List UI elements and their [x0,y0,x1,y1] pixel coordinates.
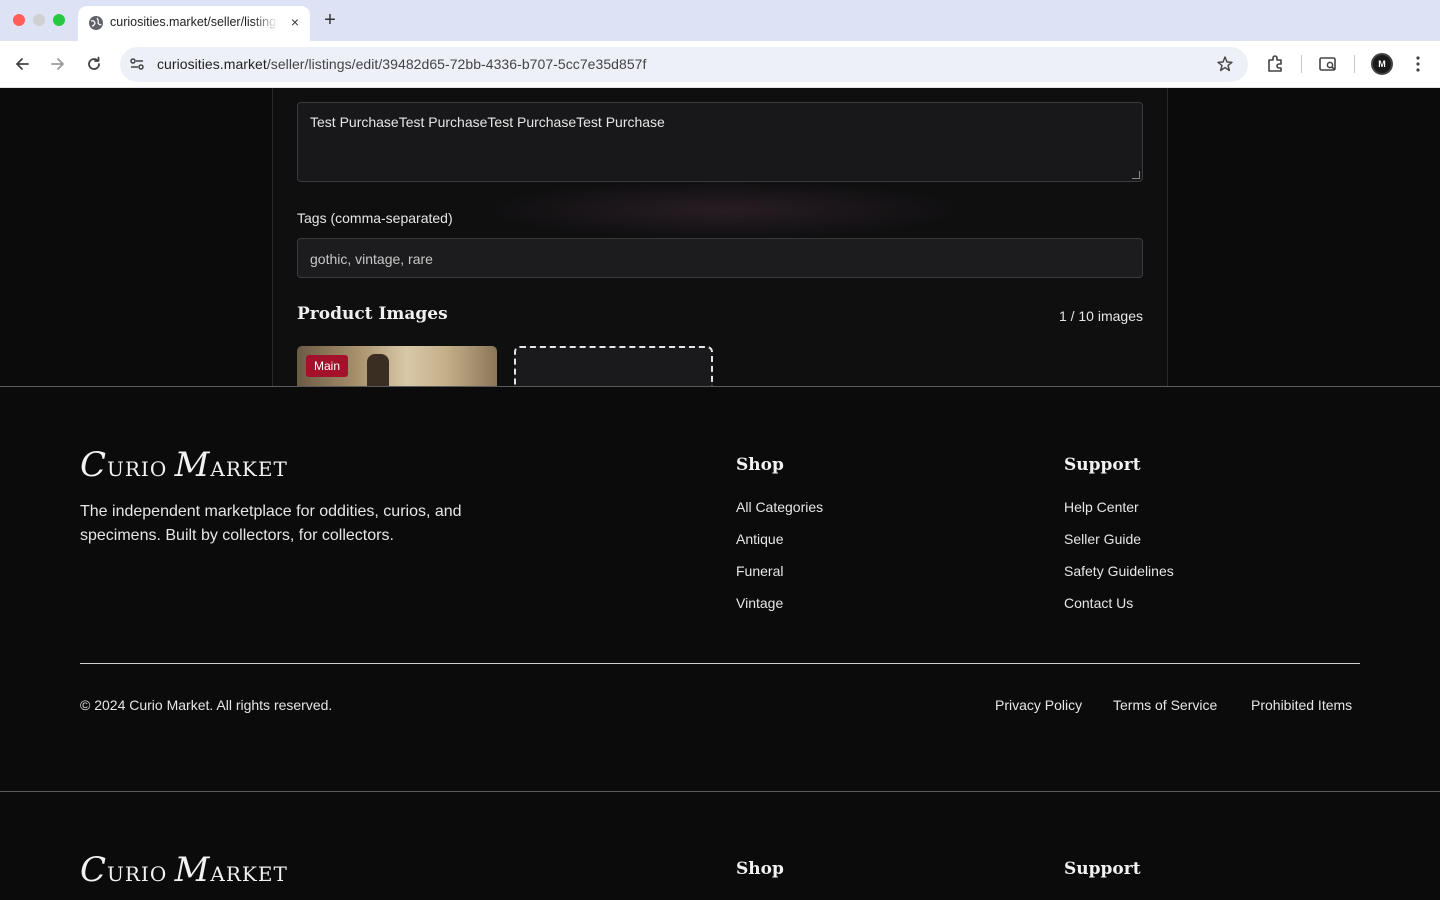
support-link-seller-guide[interactable]: Seller Guide [1064,531,1141,547]
logo-letters-urio: URIO [107,457,175,481]
logo-letters-arket: ARKET [210,862,288,886]
support-heading: Support [1064,859,1141,879]
background-glow [483,180,963,240]
globe-icon [89,16,103,30]
logo-letter-m: M [174,850,211,890]
listing-edit-form: Test PurchaseTest PurchaseTest PurchaseT… [272,88,1168,396]
textarea-resize-handle[interactable] [1132,171,1140,179]
shop-heading: Shop [736,455,784,475]
prohibited-items-link[interactable]: Prohibited Items [1251,697,1352,713]
address-bar[interactable]: curiosities.market/seller/listings/edit/… [120,47,1248,82]
footer-divider [80,663,1360,664]
close-tab-icon[interactable]: × [286,13,304,31]
minimize-window-button[interactable] [33,14,45,26]
tags-value: gothic, vintage, rare [310,251,433,267]
shop-link-antique[interactable]: Antique [736,531,783,547]
shop-link-funeral[interactable]: Funeral [736,563,783,579]
images-count: 1 / 10 images [1058,308,1143,324]
browser-tab-active[interactable]: curiosities.market/seller/listings/edit/… [78,6,310,41]
maximize-window-button[interactable] [53,14,65,26]
reload-icon[interactable] [83,53,105,75]
support-link-help-center[interactable]: Help Center [1064,499,1139,515]
description-value: Test PurchaseTest PurchaseTest PurchaseT… [310,114,665,130]
bookmark-star-icon[interactable] [1216,55,1234,73]
terms-of-service-link[interactable]: Terms of Service [1113,697,1217,713]
product-images-heading: Product Images [297,304,448,324]
page-content: Test PurchaseTest PurchaseTest PurchaseT… [0,88,1440,900]
forward-arrow-icon[interactable] [47,53,69,75]
site-footer-duplicate: CURIO MARKET Shop Support [0,791,1440,900]
main-image-badge: Main [306,355,349,377]
logo-letters-arket: ARKET [210,457,288,481]
more-menu-icon[interactable] [1407,53,1429,75]
privacy-policy-link[interactable]: Privacy Policy [995,697,1082,713]
toolbar-divider [1301,55,1302,73]
description-textarea[interactable]: Test PurchaseTest PurchaseTest PurchaseT… [297,102,1143,182]
url-text: curiosities.market/seller/listings/edit/… [157,56,646,72]
extensions-puzzle-icon[interactable] [1264,53,1286,75]
footer-tagline: The independent marketplace for oddities… [80,503,462,544]
support-heading: Support [1064,455,1141,475]
browser-tab-bar: curiosities.market/seller/listings/edit/… [0,0,1440,41]
site-footer: CURIO MARKET The independent marketplace… [0,386,1440,791]
shop-heading: Shop [736,859,784,879]
close-window-button[interactable] [13,14,25,26]
tags-input[interactable]: gothic, vintage, rare [297,238,1143,278]
shop-link-vintage[interactable]: Vintage [736,595,783,611]
tags-label: Tags (comma-separated) [297,210,453,226]
tab-title: curiosities.market/seller/listings/edit/… [110,15,278,29]
profile-avatar[interactable]: M [1371,53,1393,75]
logo-letter-m: M [174,445,211,485]
shop-link-all-categories[interactable]: All Categories [736,499,823,515]
url-path: /seller/listings/edit/39482d65-72bb-4336… [266,56,647,72]
toolbar-divider [1354,55,1355,73]
support-link-contact-us[interactable]: Contact Us [1064,595,1133,611]
logo-letter-c: C [80,445,108,485]
browser-toolbar: curiosities.market/seller/listings/edit/… [0,41,1440,88]
new-tab-button[interactable]: + [319,10,341,32]
copyright-text: © 2024 Curio Market. All rights reserved… [80,697,333,713]
tab-search-icon[interactable] [1317,53,1339,75]
curio-market-logo[interactable]: CURIO MARKET [80,445,288,485]
support-link-safety-guidelines[interactable]: Safety Guidelines [1064,563,1174,579]
site-info-icon[interactable] [128,55,146,73]
url-host: curiosities.market [157,56,267,72]
logo-letters-urio: URIO [107,862,175,886]
logo-letter-c: C [80,850,108,890]
back-arrow-icon[interactable] [11,53,33,75]
curio-market-logo[interactable]: CURIO MARKET [80,850,288,890]
